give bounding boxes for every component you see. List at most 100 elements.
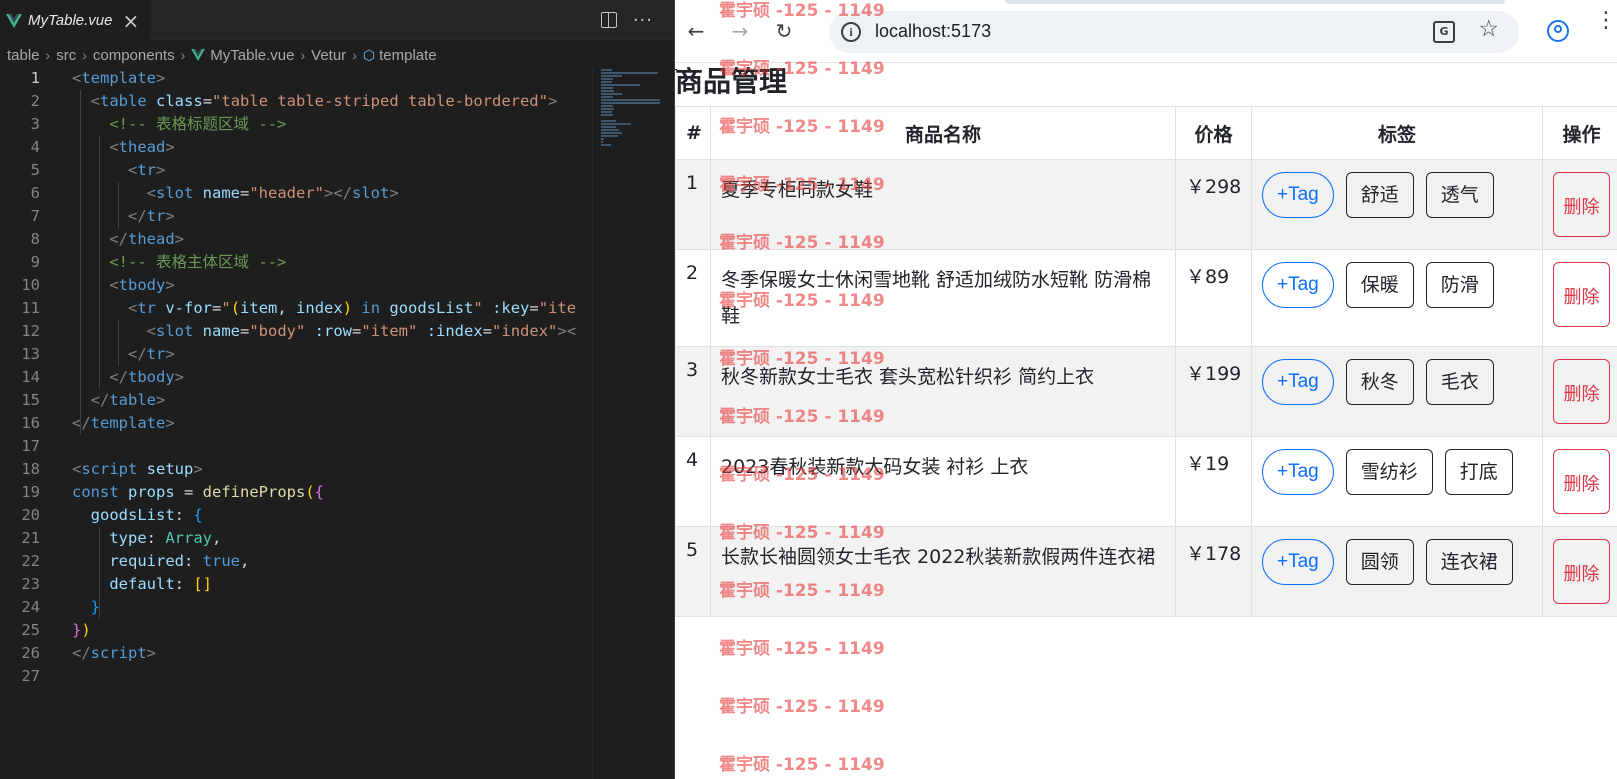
breadcrumb-item[interactable]: src (56, 47, 76, 64)
add-tag-button[interactable]: +Tag (1262, 172, 1334, 218)
tag-badge: 秋冬 (1345, 359, 1414, 405)
code-line[interactable]: 3 <!-- 表格标题区域 --> (0, 113, 592, 136)
code-editor[interactable]: MyTable.vue × ··· table › src › componen… (0, 0, 675, 779)
delete-button[interactable]: 删除 (1553, 262, 1610, 327)
code-line[interactable]: 6 <slot name="header"></slot> (0, 182, 592, 205)
tags-cell: +Tag 秋冬 毛衣 (1251, 346, 1543, 437)
account-icon[interactable] (1547, 20, 1569, 42)
code-line[interactable]: 4 <thead> (0, 136, 592, 159)
tag-badge: 打底 (1444, 449, 1513, 495)
code-line[interactable]: 9 <!-- 表格主体区域 --> (0, 251, 592, 274)
table-row: 1 夏季专柜同款女鞋 ￥298 +Tag 舒适 透气 删除 (675, 159, 1617, 250)
page-viewport: 商品管理 # 商品名称 价格 标签 操作 1 夏季专柜同款女鞋 ￥298 +Tag 舒适… (675, 64, 1617, 779)
column-header-name: 商品名称 (710, 106, 1176, 160)
minimap-line (601, 105, 614, 107)
reload-icon[interactable]: ↻ (771, 18, 797, 44)
code-text: goodsList: { (90, 506, 203, 524)
url-text[interactable]: localhost:5173 (875, 21, 991, 42)
line-number: 22 (21, 552, 40, 570)
code-line[interactable]: 21 type: Array, (0, 527, 592, 550)
minimap-line (601, 120, 617, 122)
column-header-price: 价格 (1175, 106, 1252, 160)
product-price: ￥199 (1175, 346, 1252, 437)
product-name: 长款长袖圆领女士毛衣 2022秋装新款假两件连衣裙 (710, 526, 1176, 617)
minimap-line (601, 93, 622, 95)
code-line[interactable]: 25}) (0, 619, 592, 642)
browser-menu-icon[interactable]: ⋮ (1595, 10, 1617, 32)
code-line[interactable]: 5 <tr> (0, 159, 592, 182)
code-text: <script setup> (72, 460, 203, 478)
line-number: 7 (30, 207, 40, 225)
symbol-icon: ⬡ (362, 46, 376, 63)
code-line[interactable]: 27 (0, 665, 592, 688)
editor-tab-label: MyTable.vue (28, 12, 113, 29)
line-number: 6 (30, 184, 40, 202)
editor-tab-mytable[interactable]: MyTable.vue × (0, 0, 150, 40)
code-line[interactable]: 22 required: true, (0, 550, 592, 573)
code-line[interactable]: 10 <tbody> (0, 274, 592, 297)
add-tag-button[interactable]: +Tag (1262, 359, 1334, 405)
minimap[interactable] (592, 67, 668, 779)
minimap-line (601, 111, 612, 113)
close-icon[interactable]: × (123, 11, 140, 31)
breadcrumb-item[interactable]: table (7, 47, 40, 64)
code-line[interactable]: 11 <tr v-for="(item, index) in goodsList… (0, 297, 592, 320)
code-line[interactable]: 15 </table> (0, 389, 592, 412)
address-bar[interactable]: i localhost:5173 G ☆ (829, 11, 1519, 53)
code-line[interactable]: 20 goodsList: { (0, 504, 592, 527)
delete-button[interactable]: 删除 (1553, 359, 1610, 424)
code-text: type: Array, (109, 529, 222, 547)
line-number: 9 (30, 253, 40, 271)
code-line[interactable]: 12 <slot name="body" :row="item" :index=… (0, 320, 592, 343)
site-info-icon[interactable]: i (841, 22, 861, 42)
add-tag-button[interactable]: +Tag (1262, 539, 1334, 585)
add-tag-button[interactable]: +Tag (1262, 262, 1334, 308)
code-area[interactable]: 1 <template> 2 <table class="table table-s… (0, 67, 592, 779)
bookmark-star-icon[interactable]: ☆ (1478, 16, 1499, 42)
add-tag-button[interactable]: +Tag (1262, 449, 1334, 495)
table-row: 3 秋冬新款女士毛衣 套头宽松针织衫 简约上衣 ￥199 +Tag 秋冬 毛衣 删除 (675, 346, 1617, 437)
code-line[interactable]: 17 (0, 435, 592, 458)
minimap-line (601, 129, 619, 131)
code-line[interactable]: 13 </tr> (0, 343, 592, 366)
minimap-line (601, 126, 617, 128)
code-line[interactable]: 19 const props = defineProps({ (0, 481, 592, 504)
more-actions-icon[interactable]: ··· (633, 10, 653, 31)
code-text: <tr v-for="(item, index) in goodsList" :… (128, 299, 577, 317)
editor-tab-bar: MyTable.vue × ··· (0, 0, 675, 40)
code-line[interactable]: 16 </template> (0, 412, 592, 435)
translate-icon[interactable]: G (1433, 21, 1455, 43)
product-price: ￥19 (1175, 436, 1252, 527)
goods-table: # 商品名称 价格 标签 操作 1 夏季专柜同款女鞋 ￥298 +Tag 舒适 透气 删除 2… (675, 106, 1617, 617)
minimap-line (601, 75, 622, 77)
code-line[interactable]: 23 default: [] (0, 573, 592, 596)
split-editor-icon[interactable] (600, 12, 617, 28)
line-number: 27 (21, 667, 40, 685)
browser-window: ← → ↻ i localhost:5173 G ☆ ⋮ 商品管理 # 商品名称… (675, 0, 1617, 779)
delete-button[interactable]: 删除 (1553, 172, 1610, 237)
code-line[interactable]: 2 <table class="table table-striped tabl… (0, 90, 592, 113)
breadcrumb-item[interactable]: template (379, 47, 437, 64)
code-line[interactable]: 14 </tbody> (0, 366, 592, 389)
code-line[interactable]: 26 </script> (0, 642, 592, 665)
breadcrumb-item[interactable]: Vetur (311, 47, 346, 64)
row-index: 2 (675, 249, 711, 347)
back-arrow-icon[interactable]: ← (683, 18, 709, 44)
delete-button[interactable]: 删除 (1553, 449, 1610, 514)
code-line[interactable]: 1 <template> (0, 67, 592, 90)
line-number: 17 (21, 437, 40, 455)
breadcrumb-item[interactable]: components (93, 47, 175, 64)
indent-guide (118, 182, 119, 228)
forward-arrow-icon[interactable]: → (727, 18, 753, 44)
delete-button[interactable]: 删除 (1553, 539, 1610, 604)
tag-badge: 保暖 (1345, 262, 1414, 308)
code-line[interactable]: 8 </thead> (0, 228, 592, 251)
breadcrumb-item[interactable]: MyTable.vue (210, 47, 294, 64)
table-row: 5 长款长袖圆领女士毛衣 2022秋装新款假两件连衣裙 ￥178 +Tag 圆领 连衣裙删… (675, 526, 1617, 617)
code-line[interactable]: 7 </tr> (0, 205, 592, 228)
code-line[interactable]: 18 <script setup> (0, 458, 592, 481)
tags-cell: +Tag 保暖 防滑 (1251, 249, 1543, 347)
code-line[interactable]: 24 } (0, 596, 592, 619)
tag-badge: 舒适 (1345, 172, 1414, 218)
line-number: 23 (21, 575, 40, 593)
